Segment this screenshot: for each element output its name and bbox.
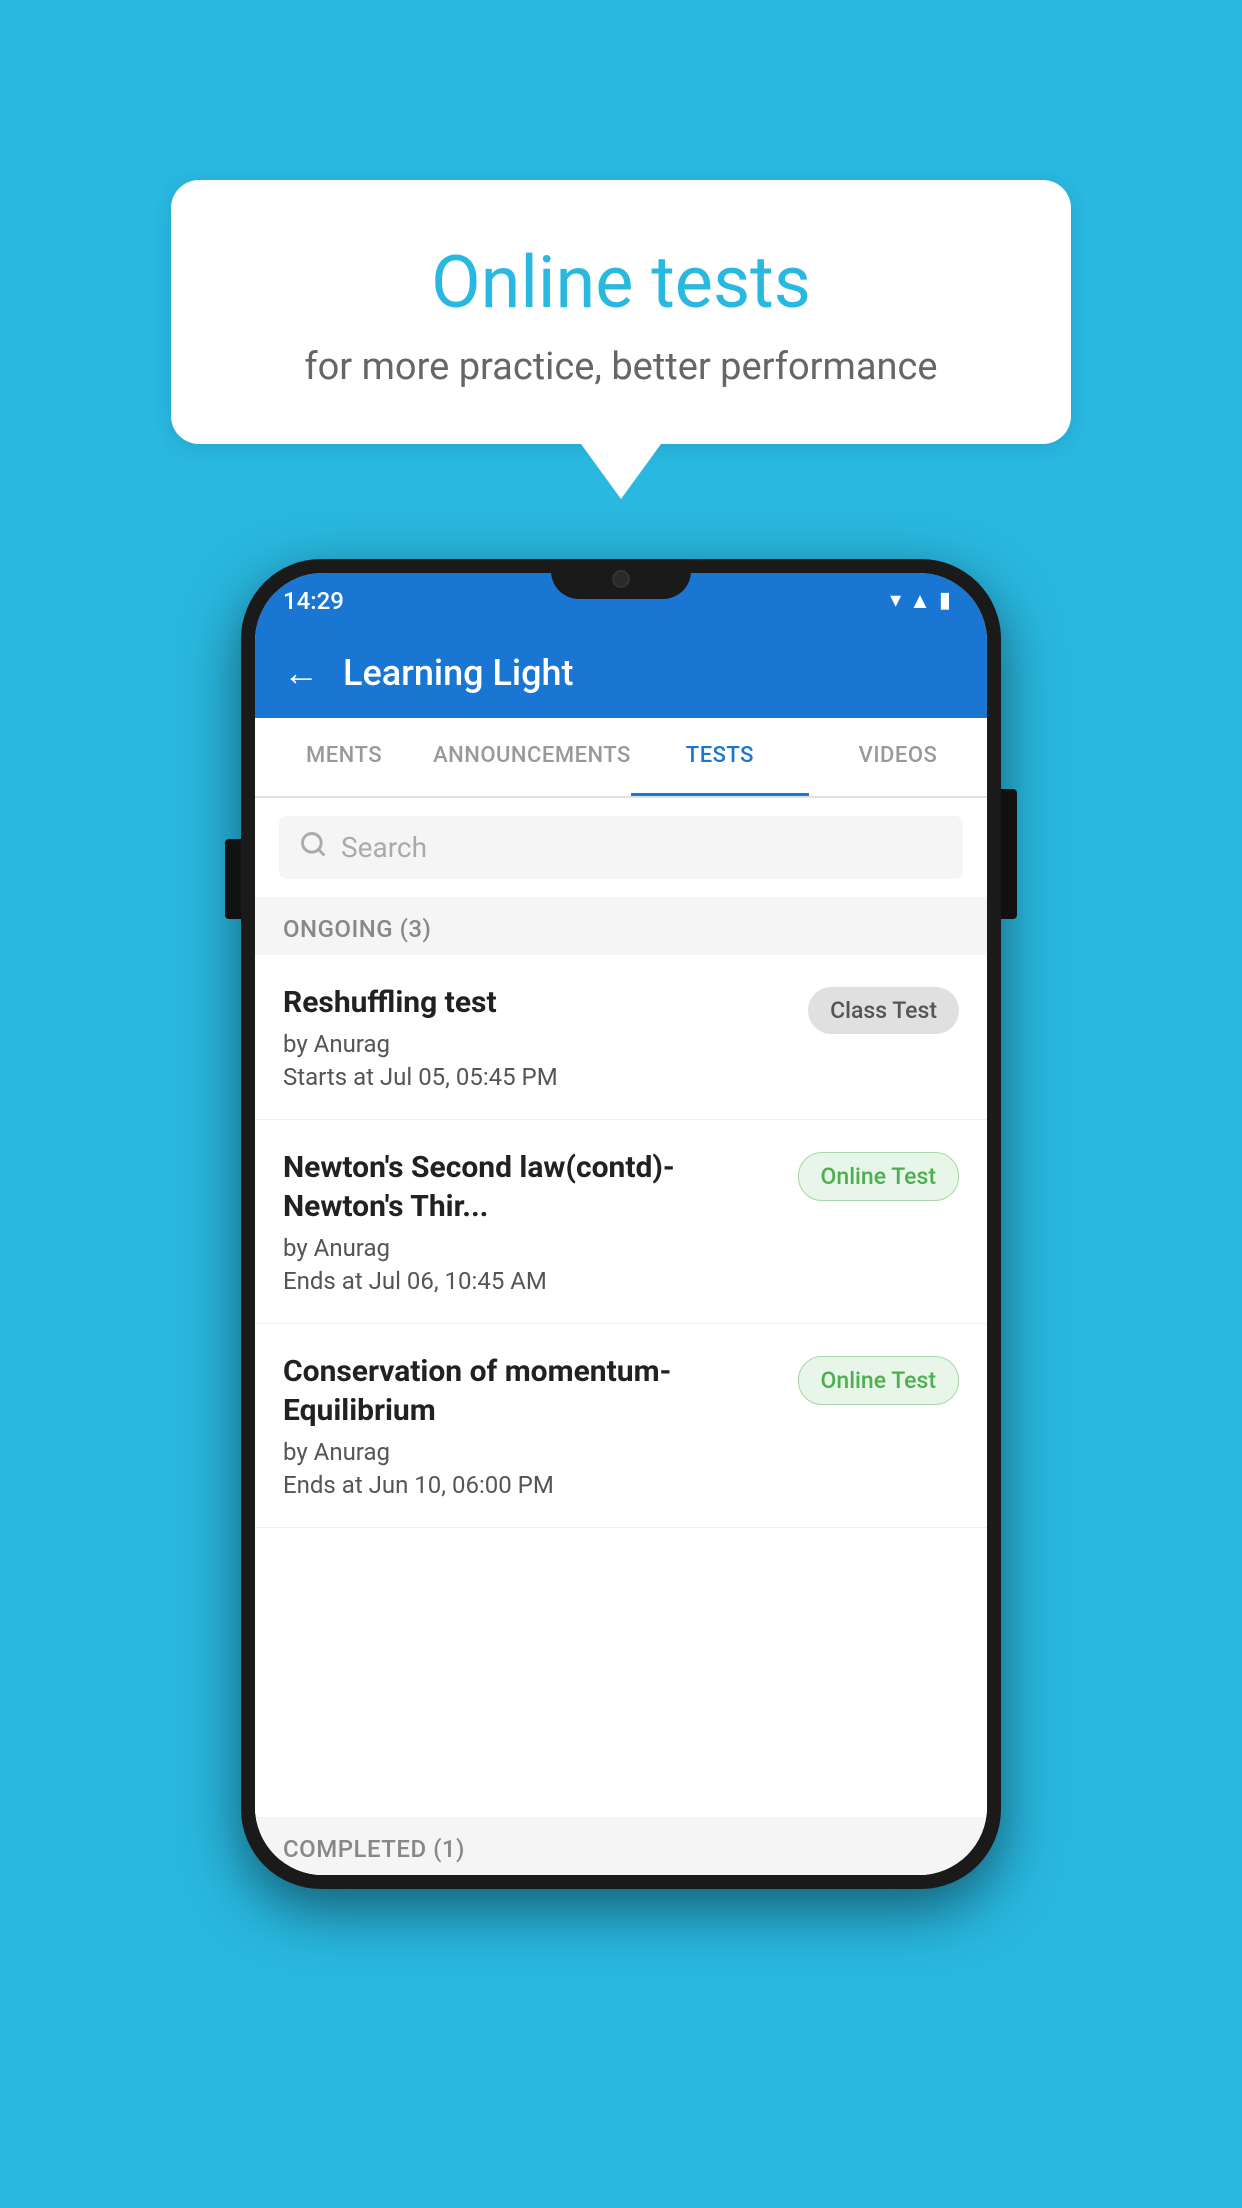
notch-camera <box>612 570 630 588</box>
test-title-2: Newton's Second law(contd)-Newton's Thir… <box>283 1148 782 1226</box>
battery-icon: ▮ <box>939 588 951 613</box>
status-time: 14:29 <box>283 587 344 615</box>
speech-bubble-arrow <box>581 444 661 499</box>
tabs-bar: MENTS ANNOUNCEMENTS TESTS VIDEOS <box>255 718 987 798</box>
test-item-3[interactable]: Conservation of momentum-Equilibrium by … <box>255 1324 987 1528</box>
speech-bubble: Online tests for more practice, better p… <box>171 180 1071 444</box>
test-author-1: by Anurag <box>283 1030 792 1058</box>
speech-bubble-title: Online tests <box>251 240 991 325</box>
tab-tests[interactable]: TESTS <box>631 718 809 796</box>
search-container: Search <box>255 798 987 897</box>
back-arrow-button[interactable]: ← <box>283 652 319 694</box>
test-item-1[interactable]: Reshuffling test by Anurag Starts at Jul… <box>255 955 987 1120</box>
test-title-3: Conservation of momentum-Equilibrium <box>283 1352 782 1430</box>
test-info-1: Reshuffling test by Anurag Starts at Jul… <box>283 983 792 1091</box>
test-author-2: by Anurag <box>283 1234 782 1262</box>
test-list: Reshuffling test by Anurag Starts at Jul… <box>255 955 987 1817</box>
speech-bubble-container: Online tests for more practice, better p… <box>171 180 1071 499</box>
search-input-wrapper[interactable]: Search <box>279 816 963 879</box>
app-title: Learning Light <box>343 652 573 694</box>
tab-videos[interactable]: VIDEOS <box>809 718 987 796</box>
test-badge-2: Online Test <box>798 1152 959 1201</box>
test-title-1: Reshuffling test <box>283 983 792 1022</box>
test-info-3: Conservation of momentum-Equilibrium by … <box>283 1352 782 1499</box>
test-item-2[interactable]: Newton's Second law(contd)-Newton's Thir… <box>255 1120 987 1324</box>
app-bar: ← Learning Light <box>255 628 987 718</box>
search-input[interactable]: Search <box>341 831 427 864</box>
signal-icon: ▲ <box>909 588 931 614</box>
phone-container: 14:29 ▾ ▲ ▮ ← Learning Light MENTS <box>241 559 1001 1879</box>
speech-bubble-subtitle: for more practice, better performance <box>251 345 991 389</box>
content-area: Search ONGOING (3) Reshuffling test by A… <box>255 798 987 1875</box>
phone-screen: 14:29 ▾ ▲ ▮ ← Learning Light MENTS <box>255 573 987 1875</box>
test-author-3: by Anurag <box>283 1438 782 1466</box>
test-date-1: Starts at Jul 05, 05:45 PM <box>283 1063 792 1091</box>
test-date-3: Ends at Jun 10, 06:00 PM <box>283 1471 782 1499</box>
test-badge-1: Class Test <box>808 987 959 1034</box>
search-icon <box>299 830 327 865</box>
ongoing-section-header: ONGOING (3) <box>255 897 987 955</box>
status-icons: ▾ ▲ ▮ <box>890 588 951 614</box>
test-badge-3: Online Test <box>798 1356 959 1405</box>
completed-section-header: COMPLETED (1) <box>255 1817 987 1875</box>
test-date-2: Ends at Jul 06, 10:45 AM <box>283 1267 782 1295</box>
wifi-icon: ▾ <box>890 588 901 613</box>
tab-announcements[interactable]: ANNOUNCEMENTS <box>433 718 631 796</box>
phone-outer: 14:29 ▾ ▲ ▮ ← Learning Light MENTS <box>241 559 1001 1889</box>
tab-ments[interactable]: MENTS <box>255 718 433 796</box>
phone-notch <box>551 559 691 599</box>
test-info-2: Newton's Second law(contd)-Newton's Thir… <box>283 1148 782 1295</box>
